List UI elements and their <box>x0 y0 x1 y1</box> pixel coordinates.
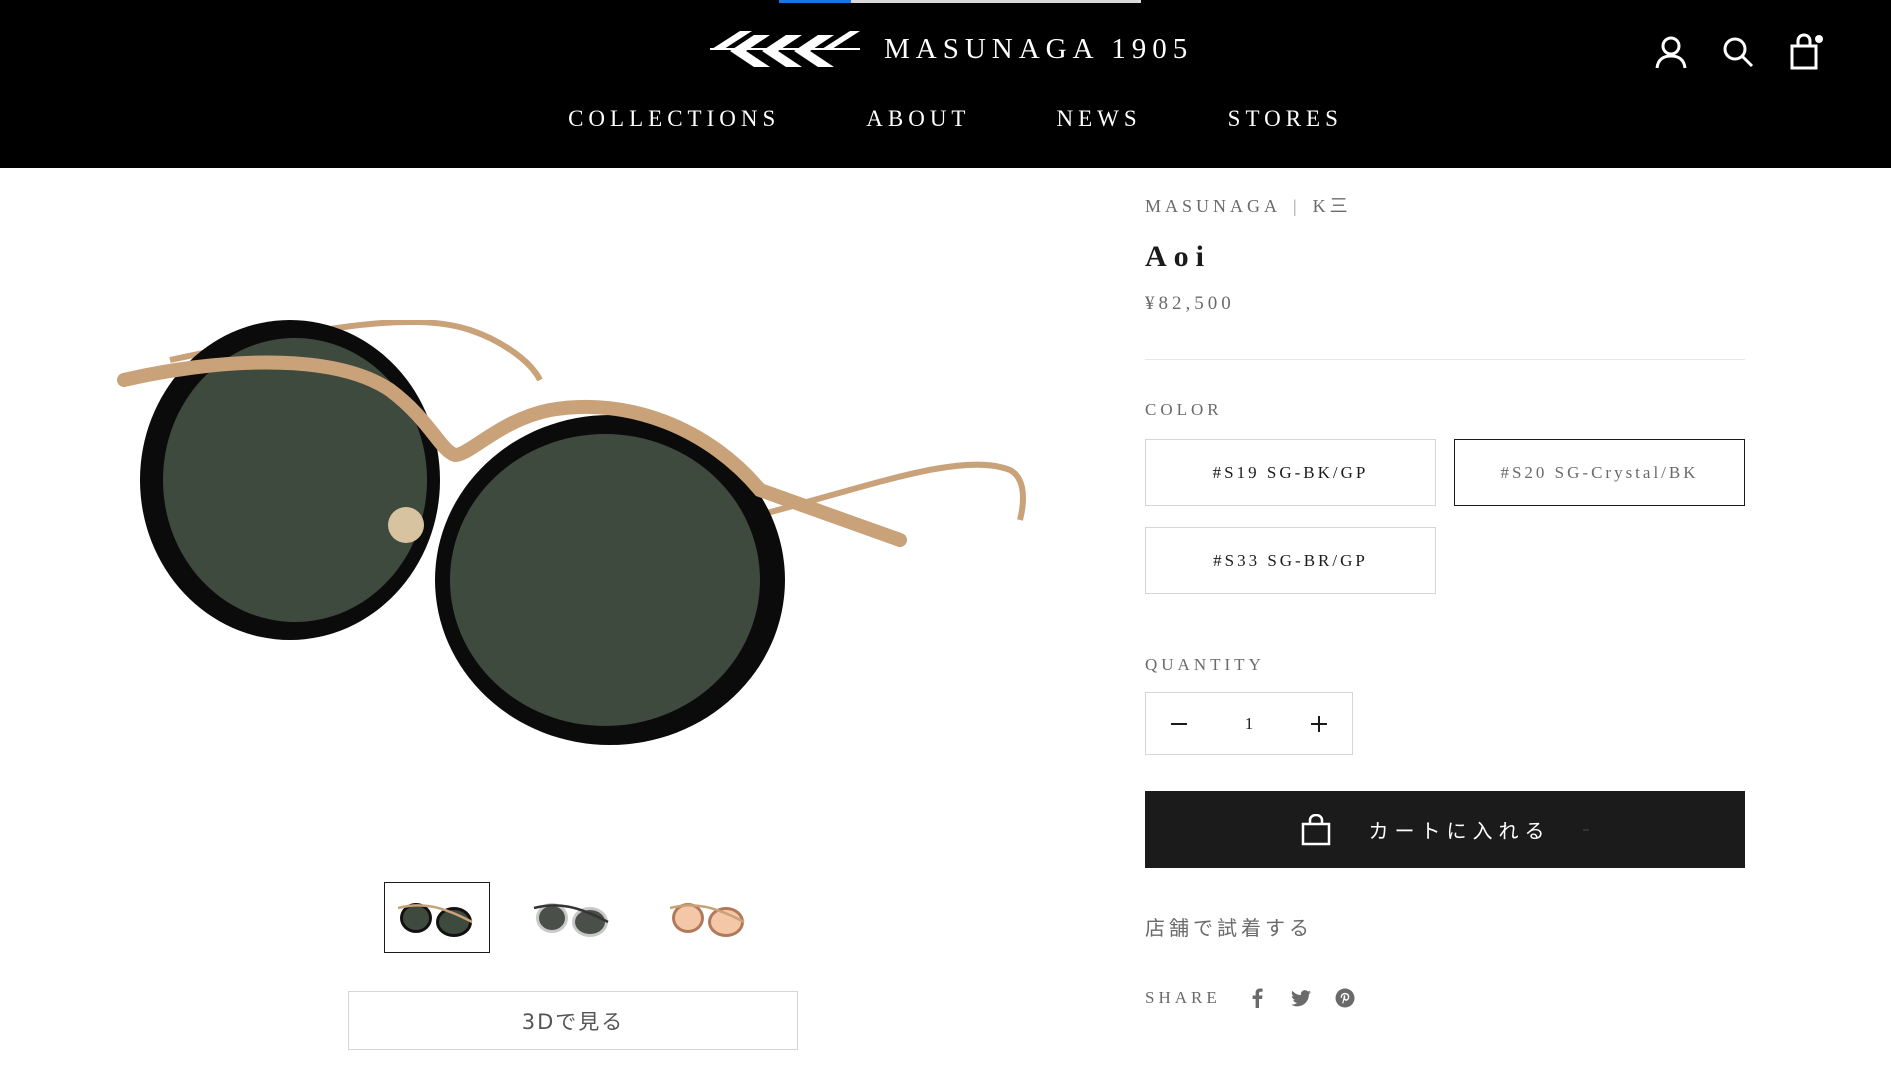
pinterest-icon[interactable] <box>1331 984 1359 1012</box>
nav-collections[interactable]: COLLECTIONS <box>568 106 780 132</box>
twitter-icon[interactable] <box>1287 984 1315 1012</box>
color-label: COLOR <box>1145 400 1223 419</box>
thumbnail-strip <box>384 882 762 953</box>
main-nav: COLLECTIONS ABOUT NEWS STORES <box>0 106 1891 132</box>
thumbnail-crystal-black[interactable] <box>520 882 626 953</box>
vendor-separator: | <box>1293 196 1301 216</box>
search-icon[interactable] <box>1718 32 1758 72</box>
brand-logo[interactable]: MASUNAGA 1905 <box>710 26 1193 72</box>
try-in-store-link[interactable]: 店舗で試着する <box>1145 912 1313 941</box>
share-label: SHARE <box>1145 988 1221 1007</box>
quantity-decrease-button[interactable] <box>1146 693 1212 754</box>
nav-news[interactable]: NEWS <box>1057 106 1142 132</box>
color-option-s20[interactable]: #S20 SG-Crystal/BK <box>1454 439 1745 506</box>
color-option-s19[interactable]: #S19 SG-BK/GP <box>1145 439 1436 506</box>
collection-name[interactable]: K三 <box>1313 196 1352 216</box>
divider <box>1145 359 1745 360</box>
facebook-icon[interactable] <box>1243 984 1271 1012</box>
add-to-cart-label: カートに入れる <box>1368 819 1551 843</box>
view-3d-button[interactable]: 3Dで見る <box>348 991 798 1050</box>
plus-icon <box>1311 715 1327 732</box>
share-row: SHARE <box>1145 984 1375 1012</box>
minus-icon <box>1171 722 1187 725</box>
account-icon[interactable] <box>1651 32 1691 72</box>
product-image[interactable] <box>110 318 1040 760</box>
site-header: MASUNAGA 1905 COLLECTIONS ABOUT NEWS STO… <box>0 0 1891 168</box>
add-to-cart-button[interactable]: カートに入れる – <box>1145 791 1745 868</box>
color-option-s33[interactable]: #S33 SG-BR/GP <box>1145 527 1436 594</box>
brand-name: MASUNAGA 1905 <box>884 32 1194 65</box>
quantity-input[interactable] <box>1219 713 1279 734</box>
quantity-increase-button[interactable] <box>1286 693 1352 754</box>
quantity-label: QUANTITY <box>1145 655 1265 674</box>
product-vendor: MASUNAGA | K三 <box>1145 192 1352 218</box>
loading-bar-fill <box>779 0 851 3</box>
nav-about[interactable]: ABOUT <box>866 106 970 132</box>
product-title: Aoi <box>1145 240 1211 273</box>
product-price: ¥82,500 <box>1145 293 1235 314</box>
cart-icon[interactable] <box>1786 32 1826 72</box>
thumbnail-black-gold[interactable] <box>384 882 490 953</box>
sunglasses-image <box>117 318 1026 745</box>
shopping-bag-icon <box>1301 813 1330 845</box>
nav-stores[interactable]: STORES <box>1228 106 1343 132</box>
logo-mark-icon <box>710 31 860 67</box>
vendor-name[interactable]: MASUNAGA <box>1145 196 1281 216</box>
quantity-stepper <box>1145 692 1353 755</box>
thumbnail-brown-gold[interactable] <box>656 882 762 953</box>
loading-bar <box>779 0 1141 3</box>
cart-dash: – <box>1582 821 1590 838</box>
